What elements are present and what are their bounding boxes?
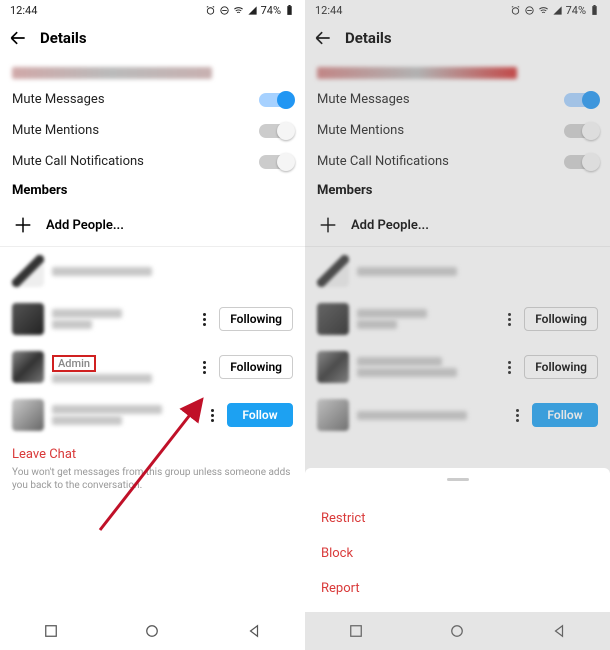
- member-name: Admin: [52, 352, 189, 383]
- action-sheet: Restrict Block Report: [305, 468, 610, 612]
- sheet-report[interactable]: Report: [305, 571, 610, 606]
- mute-messages-row[interactable]: Mute Messages: [0, 84, 305, 115]
- nav-home[interactable]: [144, 623, 160, 639]
- signal-icon: [247, 5, 258, 16]
- member-name: [52, 267, 293, 276]
- dnd-icon: [219, 5, 230, 16]
- android-navbar: [0, 612, 305, 650]
- add-people[interactable]: Add People...: [0, 204, 305, 247]
- kebab-icon[interactable]: [205, 409, 219, 422]
- page-title: Details: [40, 29, 87, 47]
- mute-mentions-label: Mute Mentions: [12, 123, 99, 138]
- member-row[interactable]: [0, 247, 305, 295]
- group-name: [0, 56, 305, 84]
- nav-back[interactable]: [246, 623, 262, 639]
- mute-mentions-row[interactable]: Mute Mentions: [0, 115, 305, 146]
- plus-icon: [12, 214, 34, 236]
- header: Details: [0, 20, 305, 56]
- members-label: Members: [0, 177, 305, 204]
- leave-chat[interactable]: Leave Chat: [0, 439, 305, 464]
- mute-messages-toggle[interactable]: [259, 93, 293, 107]
- battery-pct: 74%: [261, 4, 281, 17]
- follow-button[interactable]: Follow: [227, 403, 293, 427]
- add-people-label: Add People...: [46, 218, 124, 233]
- mute-mentions-toggle[interactable]: [259, 124, 293, 138]
- admin-badge: Admin: [52, 355, 96, 372]
- kebab-icon[interactable]: [197, 313, 211, 326]
- clock: 12:44: [10, 4, 37, 17]
- mute-calls-row[interactable]: Mute Call Notifications: [0, 146, 305, 177]
- status-bar: 12:44 74%: [0, 0, 305, 20]
- following-button[interactable]: Following: [219, 307, 293, 331]
- sheet-username: [305, 487, 610, 501]
- avatar: [12, 351, 44, 383]
- alarm-icon: [205, 5, 216, 16]
- status-icons: 74%: [205, 4, 295, 17]
- avatar: [12, 399, 44, 431]
- avatar: [12, 255, 44, 287]
- member-name: [52, 405, 197, 425]
- avatar: [12, 303, 44, 335]
- following-button[interactable]: Following: [219, 355, 293, 379]
- wifi-icon: [233, 5, 244, 16]
- sheet-restrict[interactable]: Restrict: [305, 501, 610, 536]
- sheet-block[interactable]: Block: [305, 536, 610, 571]
- battery-icon: [284, 5, 295, 16]
- member-row[interactable]: Following: [0, 295, 305, 343]
- back-icon[interactable]: [8, 28, 28, 48]
- kebab-icon[interactable]: [197, 361, 211, 374]
- leave-hint: You won't get messages from this group u…: [0, 464, 305, 500]
- member-row[interactable]: Admin Following: [0, 343, 305, 391]
- member-name: [52, 309, 189, 329]
- member-row[interactable]: Follow: [0, 391, 305, 439]
- mute-calls-label: Mute Call Notifications: [12, 154, 144, 169]
- sheet-handle[interactable]: [447, 478, 469, 481]
- nav-recent[interactable]: [43, 623, 59, 639]
- mute-calls-toggle[interactable]: [259, 155, 293, 169]
- mute-messages-label: Mute Messages: [12, 92, 105, 107]
